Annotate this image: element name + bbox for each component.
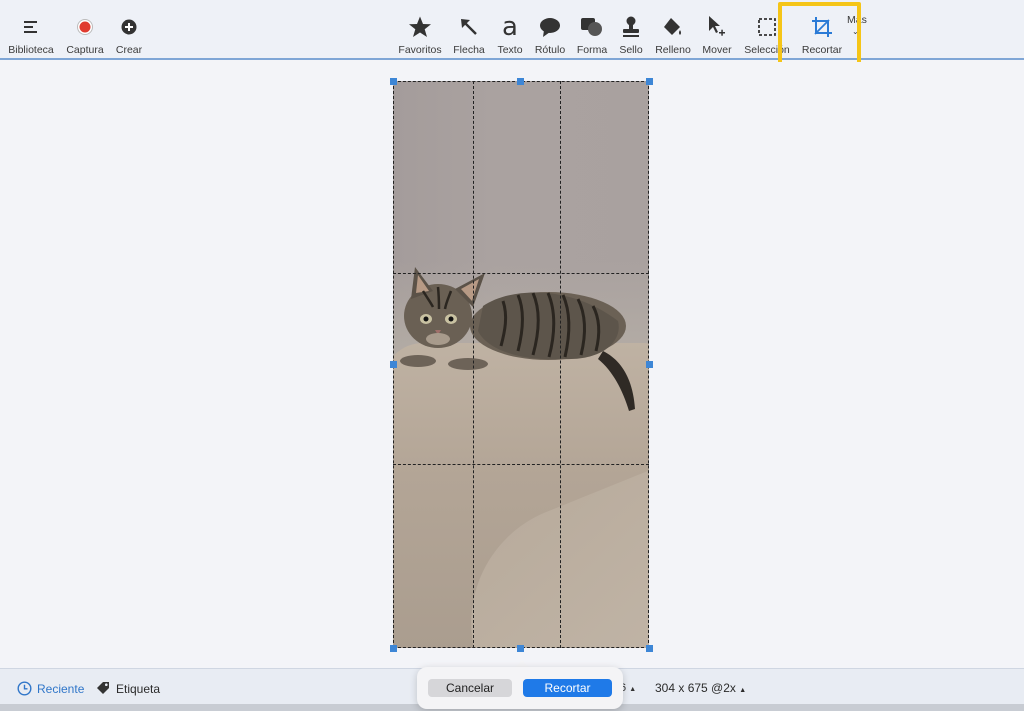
- stamp-icon: [621, 14, 641, 40]
- library-tool[interactable]: Biblioteca: [1, 14, 61, 56]
- crop-handle-top-left[interactable]: [390, 78, 397, 85]
- crop-grid-line: [473, 81, 474, 648]
- toolbar: Biblioteca Captura Crear Favoritos Flech…: [0, 0, 1024, 72]
- image-dimensions[interactable]: 304 x 675 @2x ▲: [655, 681, 746, 695]
- caret-up-icon: ▲: [739, 687, 747, 694]
- tool-label: Relleno: [655, 44, 691, 56]
- crop-handle-bottom[interactable]: [517, 645, 524, 652]
- create-tool[interactable]: Crear: [99, 14, 159, 56]
- crop-handle-top-right[interactable]: [646, 78, 653, 85]
- caret-up-icon: ▲: [629, 686, 637, 693]
- crop-handle-bottom-left[interactable]: [390, 645, 397, 652]
- crop-grid-line: [393, 464, 649, 465]
- crop-confirm-button[interactable]: Recortar: [523, 679, 612, 697]
- hamburger-icon: [22, 14, 40, 40]
- tool-label: Mover: [702, 44, 732, 56]
- tool-label: Crear: [115, 44, 143, 56]
- tag-label: Etiqueta: [116, 681, 161, 696]
- clock-icon: [17, 681, 32, 696]
- crop-frame[interactable]: [393, 81, 649, 648]
- speech-bubble-icon: [539, 14, 561, 40]
- record-icon: [76, 14, 94, 40]
- tool-label: Sello: [619, 44, 643, 56]
- crop-grid-line: [560, 81, 561, 648]
- star-icon: [408, 14, 432, 40]
- dimensions-label: 304 x 675 @2x: [655, 681, 736, 695]
- tool-label: Texto: [497, 44, 523, 56]
- tool-label: Rótulo: [534, 44, 566, 56]
- move-cursor-icon: [707, 14, 727, 40]
- fill-bucket-icon: [662, 14, 684, 40]
- crop-grid-line: [393, 273, 649, 274]
- recent-label: Reciente: [37, 681, 85, 696]
- tag-icon: [97, 682, 109, 694]
- tag-button[interactable]: Etiqueta: [96, 681, 160, 696]
- cancel-button[interactable]: Cancelar: [428, 679, 512, 697]
- crop-handle-right[interactable]: [646, 361, 653, 368]
- crop-handle-left[interactable]: [390, 361, 397, 368]
- recent-button[interactable]: Reciente: [17, 681, 84, 696]
- plus-circle-icon: [120, 14, 138, 40]
- crop-handle-bottom-right[interactable]: [646, 645, 653, 652]
- crop-handle-top[interactable]: [517, 78, 524, 85]
- tool-label: Biblioteca: [8, 44, 54, 56]
- text-glyph: a: [502, 12, 518, 42]
- tool-label: Favoritos: [398, 44, 442, 56]
- text-icon: a: [502, 14, 518, 40]
- selection-icon: [757, 14, 777, 40]
- arrow-icon: [458, 14, 480, 40]
